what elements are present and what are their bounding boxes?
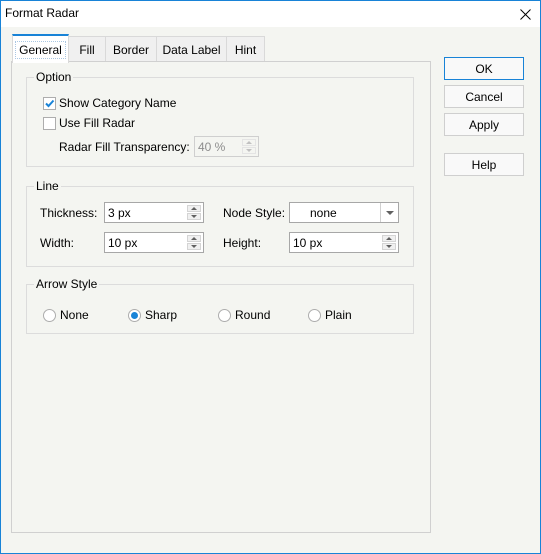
arrow-plain-label: Plain xyxy=(325,308,352,322)
arrow-style-group-legend: Arrow Style xyxy=(34,277,100,291)
spin-down-button[interactable] xyxy=(187,243,201,250)
radar-fill-transparency-spinner[interactable]: 40 % xyxy=(194,136,259,157)
arrow-none-radio[interactable] xyxy=(43,309,56,322)
thickness-spinner[interactable]: 3 px xyxy=(104,202,204,223)
spin-down-button[interactable] xyxy=(187,213,201,220)
arrow-down-icon xyxy=(386,245,392,248)
height-value: 10 px xyxy=(293,236,323,250)
spin-buttons xyxy=(242,139,256,154)
use-fill-radar-label: Use Fill Radar xyxy=(59,116,136,130)
show-category-name-checkbox[interactable] xyxy=(43,97,56,110)
tab-border-label: Border xyxy=(112,42,150,57)
spin-up-button[interactable] xyxy=(242,139,256,146)
height-label: Height: xyxy=(223,236,262,250)
arrow-sharp-label: Sharp xyxy=(145,308,178,322)
tab-general[interactable]: General xyxy=(12,34,69,63)
spin-down-button[interactable] xyxy=(242,147,256,154)
use-fill-radar-checkbox[interactable] xyxy=(43,117,56,130)
arrow-up-icon xyxy=(386,237,392,240)
arrow-round-label: Round xyxy=(235,308,271,322)
line-group: Line Thickness: 3 px Node Style: none Wi… xyxy=(26,179,414,267)
help-button[interactable]: Help xyxy=(444,153,524,176)
tab-hint-label: Hint xyxy=(234,42,257,57)
format-radar-dialog: Format Radar General Fill Border Data La… xyxy=(0,0,541,554)
spin-buttons xyxy=(382,235,396,250)
tab-fill-label: Fill xyxy=(79,42,95,57)
arrow-up-icon xyxy=(191,207,197,210)
arrow-up-icon xyxy=(246,141,252,144)
ok-button[interactable]: OK xyxy=(444,57,524,80)
tab-hint[interactable]: Hint xyxy=(226,36,265,62)
arrow-down-icon xyxy=(191,245,197,248)
option-group: Option Show Category Name Use Fill Radar… xyxy=(26,70,414,167)
apply-button[interactable]: Apply xyxy=(444,113,524,136)
arrow-plain-radio[interactable] xyxy=(308,309,321,322)
spin-up-button[interactable] xyxy=(382,235,396,242)
spin-down-button[interactable] xyxy=(382,243,396,250)
width-value: 10 px xyxy=(108,236,138,250)
thickness-label: Thickness: xyxy=(40,206,98,220)
spin-buttons xyxy=(187,205,201,220)
arrow-up-icon xyxy=(191,237,197,240)
dialog-title: Format Radar xyxy=(5,6,80,20)
close-button[interactable] xyxy=(510,1,540,27)
height-spinner[interactable]: 10 px xyxy=(289,232,399,253)
cancel-button[interactable]: Cancel xyxy=(444,85,524,108)
arrow-down-icon xyxy=(191,215,197,218)
width-label: Width: xyxy=(40,236,75,250)
option-group-legend: Option xyxy=(34,70,74,84)
arrow-style-group: Arrow Style None Sharp Round Plain xyxy=(26,277,414,334)
tab-data-label[interactable]: Data Label xyxy=(156,36,227,62)
width-spinner[interactable]: 10 px xyxy=(104,232,204,253)
radar-fill-transparency-label: Radar Fill Transparency: xyxy=(59,140,190,154)
line-group-legend: Line xyxy=(34,179,61,193)
chevron-down-icon xyxy=(385,210,394,215)
tab-general-label: General xyxy=(15,40,66,59)
thickness-value: 3 px xyxy=(108,206,131,220)
show-category-name-label: Show Category Name xyxy=(59,96,177,110)
title-bar: Format Radar xyxy=(1,1,540,27)
node-style-label: Node Style: xyxy=(223,206,286,220)
spin-up-button[interactable] xyxy=(187,235,201,242)
node-style-value: none xyxy=(310,206,337,220)
checkmark-icon xyxy=(45,99,55,108)
tab-border[interactable]: Border xyxy=(105,36,157,62)
node-style-dropdown[interactable]: none xyxy=(289,202,399,223)
spin-buttons xyxy=(187,235,201,250)
spin-up-button[interactable] xyxy=(187,205,201,212)
arrow-down-icon xyxy=(246,149,252,152)
dropdown-button[interactable] xyxy=(380,203,398,222)
tab-data-label-label: Data Label xyxy=(162,42,221,57)
arrow-none-label: None xyxy=(60,308,89,322)
tab-fill[interactable]: Fill xyxy=(68,36,106,62)
close-icon xyxy=(519,8,531,20)
general-tab-panel: Option Show Category Name Use Fill Radar… xyxy=(11,61,431,533)
arrow-round-radio[interactable] xyxy=(218,309,231,322)
arrow-sharp-radio[interactable] xyxy=(128,309,141,322)
radar-fill-transparency-value: 40 % xyxy=(198,140,226,154)
